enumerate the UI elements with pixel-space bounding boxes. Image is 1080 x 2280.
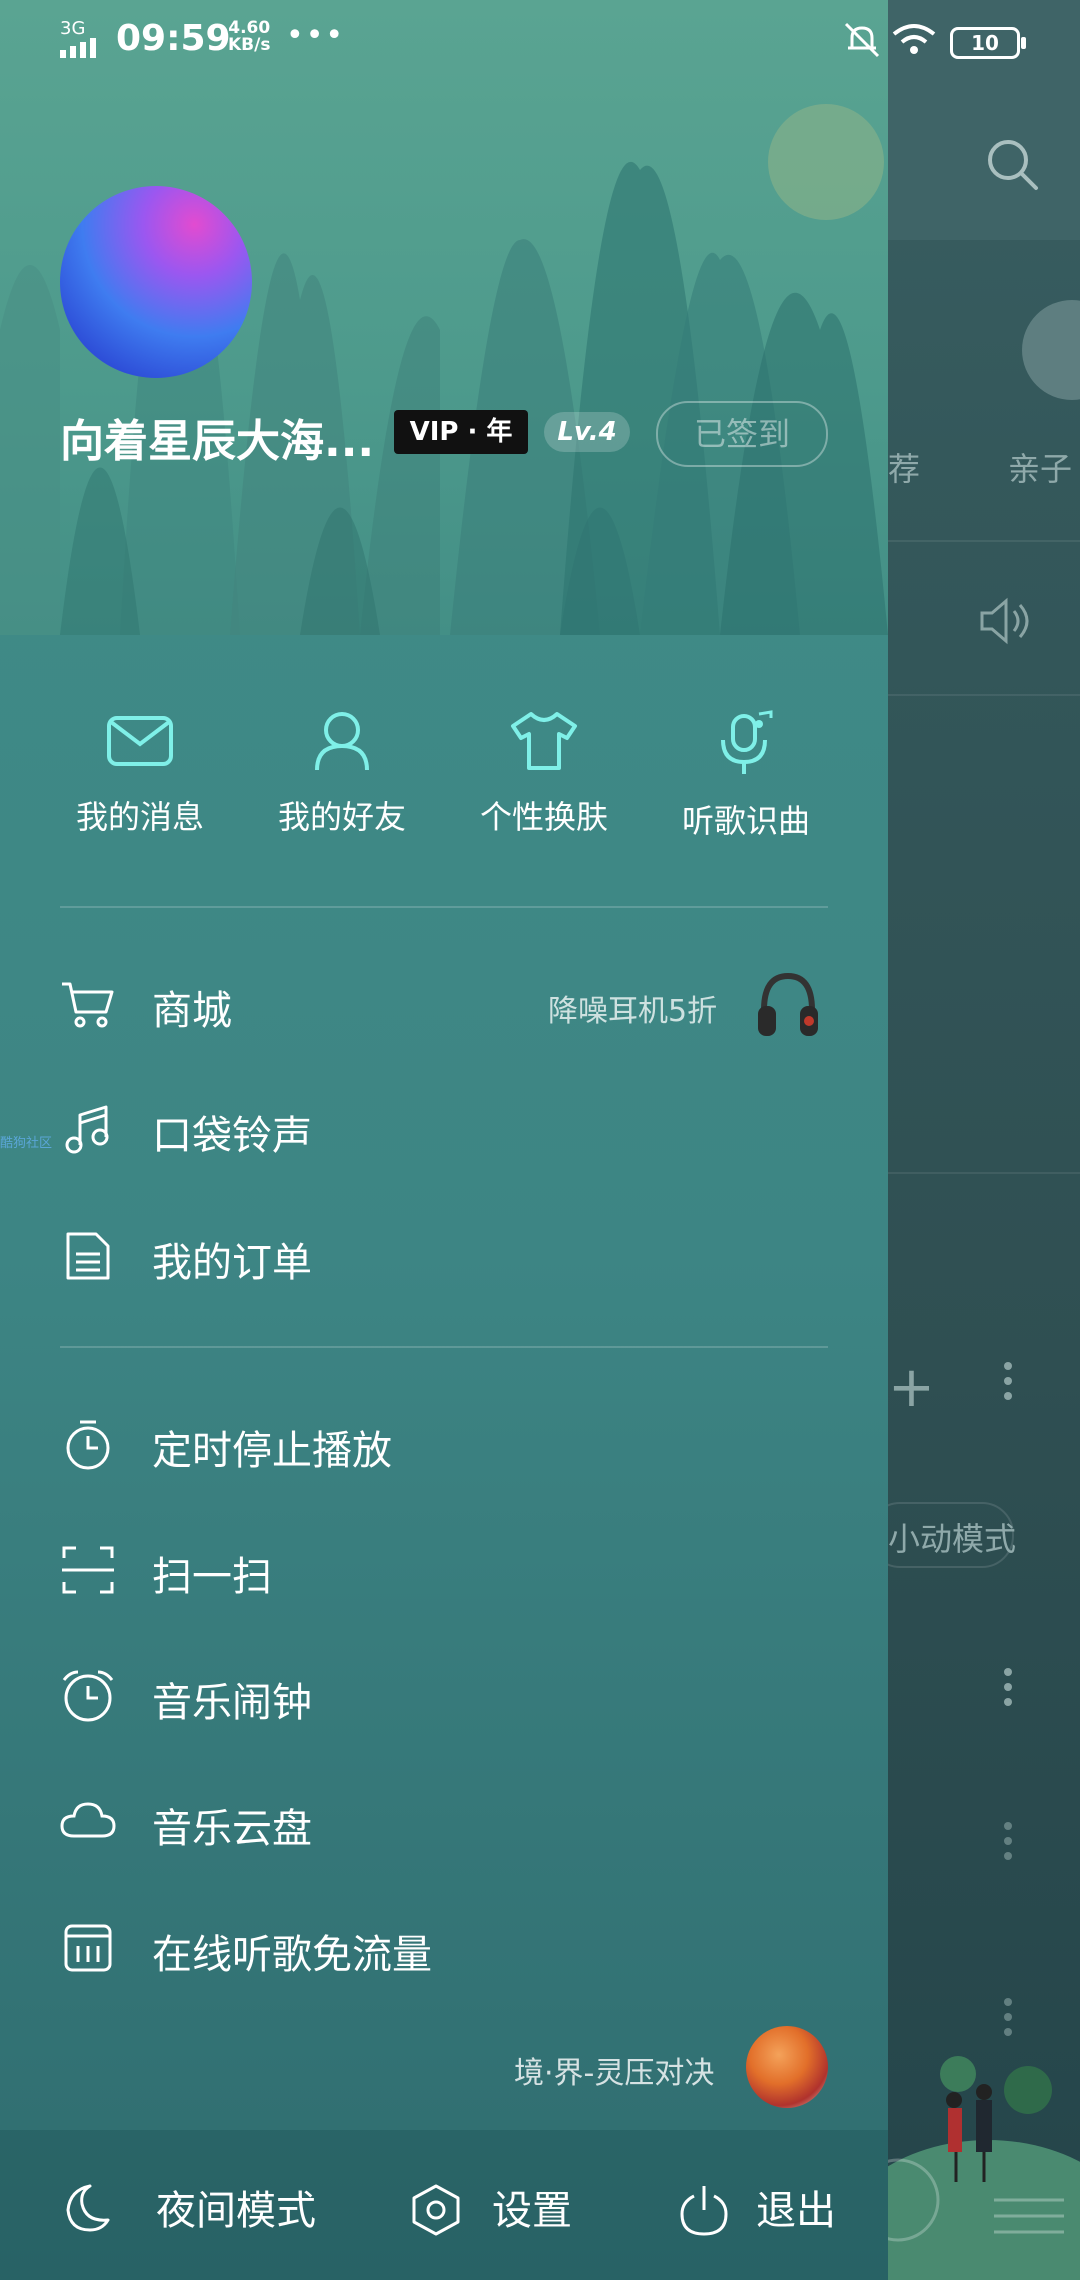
mic-music-icon [721, 710, 773, 774]
more-icon[interactable] [1004, 1362, 1012, 1407]
mode-fragment[interactable]: 小动模式 [888, 1514, 1016, 1560]
recommend-fragment: 荐 [888, 450, 921, 488]
now-playing-title[interactable]: 境·界-灵压对决 [514, 2048, 714, 2092]
mail-icon [107, 716, 173, 766]
side-drawer: 向着星辰大海... VIP · 年 Lv.4 已签到 我的消息 我的好友 个性换… [0, 0, 888, 2280]
logout-button[interactable]: 退出 [676, 2130, 866, 2280]
sim-card-icon [64, 1924, 112, 1972]
menu-item-orders[interactable]: 我的订单 [60, 1202, 828, 1302]
quick-action-label: 听歌识曲 [681, 802, 810, 840]
speaker-icon[interactable] [978, 595, 1034, 647]
quick-action-skin[interactable]: 个性换肤 [444, 710, 644, 838]
cloud-icon [60, 1802, 116, 1838]
quick-action-friends[interactable]: 我的好友 [242, 710, 442, 838]
document-icon [66, 1232, 110, 1280]
avatar[interactable] [60, 186, 252, 378]
search-icon[interactable] [984, 136, 1040, 192]
now-playing-cover[interactable] [746, 2026, 828, 2108]
wifi-icon [892, 24, 936, 54]
quick-action-label: 个性换肤 [479, 798, 608, 836]
menu-item-label: 商城 [152, 988, 232, 1034]
power-icon [680, 2186, 728, 2236]
menu-item-cloud[interactable]: 音乐云盘 [60, 1768, 828, 1868]
vip-badge[interactable]: VIP · 年 [394, 410, 528, 454]
scan-icon [62, 1546, 114, 1594]
divider [888, 694, 1080, 696]
menu-item-label: 音乐闹钟 [152, 1680, 312, 1726]
settings-label: 设置 [492, 2188, 572, 2234]
logout-label: 退出 [756, 2188, 836, 2234]
menu-item-alarm[interactable]: 音乐闹钟 [60, 1642, 828, 1742]
night-mode-button[interactable]: 夜间模式 [60, 2130, 340, 2280]
divider [60, 906, 828, 908]
more-icon[interactable] [1004, 1668, 1012, 1713]
menu-item-sleep-timer[interactable]: 定时停止播放 [60, 1390, 828, 1490]
person-icon [315, 712, 369, 771]
more-icon[interactable] [1004, 1822, 1012, 1867]
menu-item-label: 定时停止播放 [152, 1428, 392, 1474]
menu-item-label: 扫一扫 [152, 1554, 272, 1600]
menu-item-label: 在线听歌免流量 [152, 1932, 432, 1978]
illustration-couple [888, 2056, 1080, 2280]
divider [888, 1172, 1080, 1174]
menu-item-ringtone[interactable]: 口袋铃声 [60, 1075, 828, 1175]
headphones-icon [758, 972, 818, 1036]
status-time: 09:59 [116, 18, 231, 59]
speed-unit: KB/s [228, 35, 271, 55]
network-speed: 4.60 KB/s [228, 20, 270, 54]
background-page: 荐 亲子 + 小动模式 [868, 0, 1080, 2280]
quick-action-messages[interactable]: 我的消息 [40, 710, 240, 838]
cart-icon [62, 982, 114, 1028]
settings-button[interactable]: 设置 [408, 2130, 608, 2280]
music-note-icon [65, 1105, 109, 1154]
level-badge[interactable]: Lv.4 [544, 412, 630, 452]
menu-item-free-data[interactable]: 在线听歌免流量 [60, 1894, 828, 1994]
night-mode-label: 夜间模式 [156, 2188, 316, 2234]
more-notifications: ••• [286, 18, 346, 53]
more-icon[interactable] [1004, 1998, 1012, 2043]
signal-icon [60, 38, 96, 58]
kids-fragment[interactable]: 亲子 [1008, 444, 1072, 490]
menu-item-label: 口袋铃声 [152, 1113, 312, 1159]
bottom-bar: 夜间模式 设置 退出 [0, 2130, 888, 2280]
divider [888, 540, 1080, 542]
username[interactable]: 向着星辰大海... [60, 405, 374, 469]
menu-item-mall[interactable]: 商城 降噪耳机5折 [60, 950, 828, 1050]
mute-bell-icon [844, 22, 880, 58]
checkin-button[interactable]: 已签到 [656, 401, 828, 467]
kids-avatar[interactable] [1022, 300, 1080, 400]
menu-item-scan[interactable]: 扫一扫 [60, 1516, 828, 1616]
profile-header: 向着星辰大海... VIP · 年 Lv.4 已签到 [0, 0, 888, 635]
battery-indicator: 10 [950, 27, 1026, 59]
tshirt-icon [511, 712, 577, 770]
status-bar: 3G 09:59 4.60 KB/s ••• 10 [0, 0, 1080, 80]
quick-action-recognize[interactable]: 听歌识曲 [646, 710, 846, 842]
alarm-icon [62, 1670, 114, 1722]
quick-action-label: 我的好友 [277, 798, 406, 836]
settings-icon [412, 2184, 460, 2236]
menu-item-label: 音乐云盘 [152, 1806, 312, 1852]
moon-icon [66, 2184, 110, 2232]
add-icon[interactable]: + [888, 1360, 935, 1416]
quick-action-label: 我的消息 [75, 798, 204, 836]
community-link[interactable]: 酷狗社区 [0, 1132, 52, 1151]
timer-icon [66, 1420, 110, 1470]
menu-item-label: 我的订单 [152, 1240, 312, 1286]
divider [60, 1346, 828, 1348]
mall-promo[interactable]: 降噪耳机5折 [548, 986, 717, 1030]
